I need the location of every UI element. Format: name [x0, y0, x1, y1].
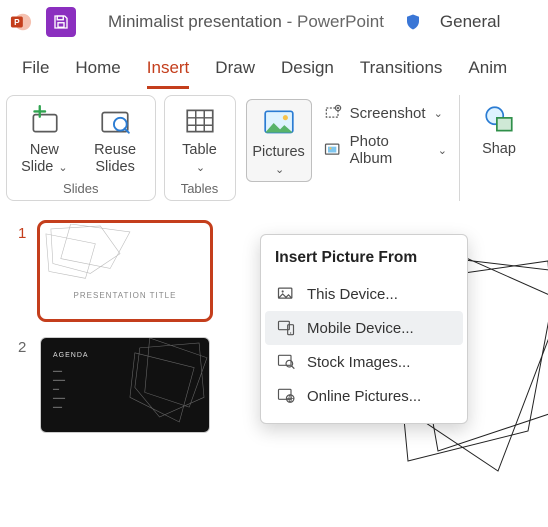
app-name: PowerPoint — [297, 12, 384, 31]
group-tables: Table⌄ Tables — [164, 95, 236, 201]
sensitivity-label[interactable]: General — [440, 12, 500, 32]
slide1-title: PRESENTATION TITLE — [41, 291, 209, 300]
menu-mobile-device[interactable]: Mobile Device... — [265, 311, 463, 345]
shapes-button[interactable]: Shap — [474, 103, 524, 158]
slide-thumbnail-1[interactable]: PRESENTATION TITLE — [40, 223, 210, 319]
reuse-slides-icon — [98, 104, 132, 138]
menu-stock-images[interactable]: Stock Images... — [265, 345, 463, 379]
tab-animations[interactable]: Anim — [468, 58, 507, 89]
image-subgroup: Screenshot⌄ Photo Album ⌄ — [322, 99, 447, 167]
group-shapes: Shap — [459, 95, 534, 201]
group-label-tables: Tables — [181, 181, 219, 196]
screenshot-icon — [322, 103, 344, 123]
shield-icon — [404, 13, 422, 31]
photo-album-label: Photo Album — [350, 133, 424, 167]
tab-home[interactable]: Home — [75, 58, 120, 89]
doc-name: Minimalist presentation — [108, 12, 282, 31]
insert-picture-menu: Insert Picture From This Device... Mobil… — [260, 234, 468, 424]
new-slide-icon — [27, 104, 61, 138]
screenshot-button[interactable]: Screenshot⌄ — [322, 103, 447, 123]
photo-album-button[interactable]: Photo Album ⌄ — [322, 133, 447, 167]
new-slide-label: New Slide ⌄ — [17, 142, 72, 175]
mobile-icon — [275, 318, 297, 338]
reuse-slides-label: Reuse Slides — [86, 142, 145, 175]
pictures-icon — [262, 106, 296, 140]
group-images: Pictures⌄ Screenshot⌄ — [244, 95, 452, 201]
pictures-button[interactable]: Pictures⌄ — [246, 99, 312, 182]
group-slides: New Slide ⌄ Reuse Slides Slides — [6, 95, 156, 201]
powerpoint-icon: P — [10, 11, 32, 33]
document-title: Minimalist presentation - PowerPoint — [108, 12, 384, 32]
group-label-slides: Slides — [63, 181, 98, 196]
thumb-row-1: 1 PRESENTATION TITLE — [18, 223, 220, 319]
table-icon — [183, 104, 217, 138]
thumb-number-2: 2 — [18, 337, 30, 356]
menu-this-device-label: This Device... — [307, 286, 398, 303]
tab-transitions[interactable]: Transitions — [360, 58, 443, 89]
photo-album-icon — [322, 140, 344, 160]
slide-thumbnail-2[interactable]: AGENDA ━━━━━━━━━━━━━━━━ — [40, 337, 210, 433]
svg-text:P: P — [14, 18, 20, 27]
tab-design[interactable]: Design — [281, 58, 334, 89]
table-button[interactable]: Table⌄ — [175, 104, 225, 175]
slide2-title: AGENDA — [53, 352, 89, 359]
screenshot-label: Screenshot — [350, 105, 426, 122]
ribbon-tabs: File Home Insert Draw Design Transitions… — [0, 44, 548, 89]
table-label: Table⌄ — [182, 142, 217, 175]
slide-thumbnails: 1 PRESENTATION TITLE 2 — [0, 201, 230, 512]
stock-icon — [275, 352, 297, 372]
ribbon: New Slide ⌄ Reuse Slides Slides — [0, 89, 548, 201]
reuse-slides-button[interactable]: Reuse Slides — [86, 104, 145, 175]
tab-insert[interactable]: Insert — [147, 58, 190, 89]
shapes-icon — [482, 103, 516, 137]
thumb-row-2: 2 AGENDA ━━━━━━━━━━━━━━━━ — [18, 337, 220, 433]
shapes-label: Shap — [482, 141, 516, 158]
device-icon — [275, 284, 297, 304]
menu-stock-label: Stock Images... — [307, 354, 410, 371]
new-slide-button[interactable]: New Slide ⌄ — [17, 104, 72, 175]
tab-file[interactable]: File — [22, 58, 49, 89]
thumb-number-1: 1 — [18, 223, 30, 242]
popup-title: Insert Picture From — [265, 245, 463, 277]
menu-this-device[interactable]: This Device... — [265, 277, 463, 311]
online-icon — [275, 386, 297, 406]
pictures-label: Pictures⌄ — [252, 144, 304, 177]
menu-online-label: Online Pictures... — [307, 388, 421, 405]
menu-online-pictures[interactable]: Online Pictures... — [265, 379, 463, 413]
save-button[interactable] — [46, 7, 76, 37]
title-bar: P Minimalist presentation - PowerPoint G… — [0, 0, 548, 44]
title-separator: - — [287, 12, 297, 31]
tab-draw[interactable]: Draw — [215, 58, 255, 89]
menu-mobile-label: Mobile Device... — [307, 320, 414, 337]
